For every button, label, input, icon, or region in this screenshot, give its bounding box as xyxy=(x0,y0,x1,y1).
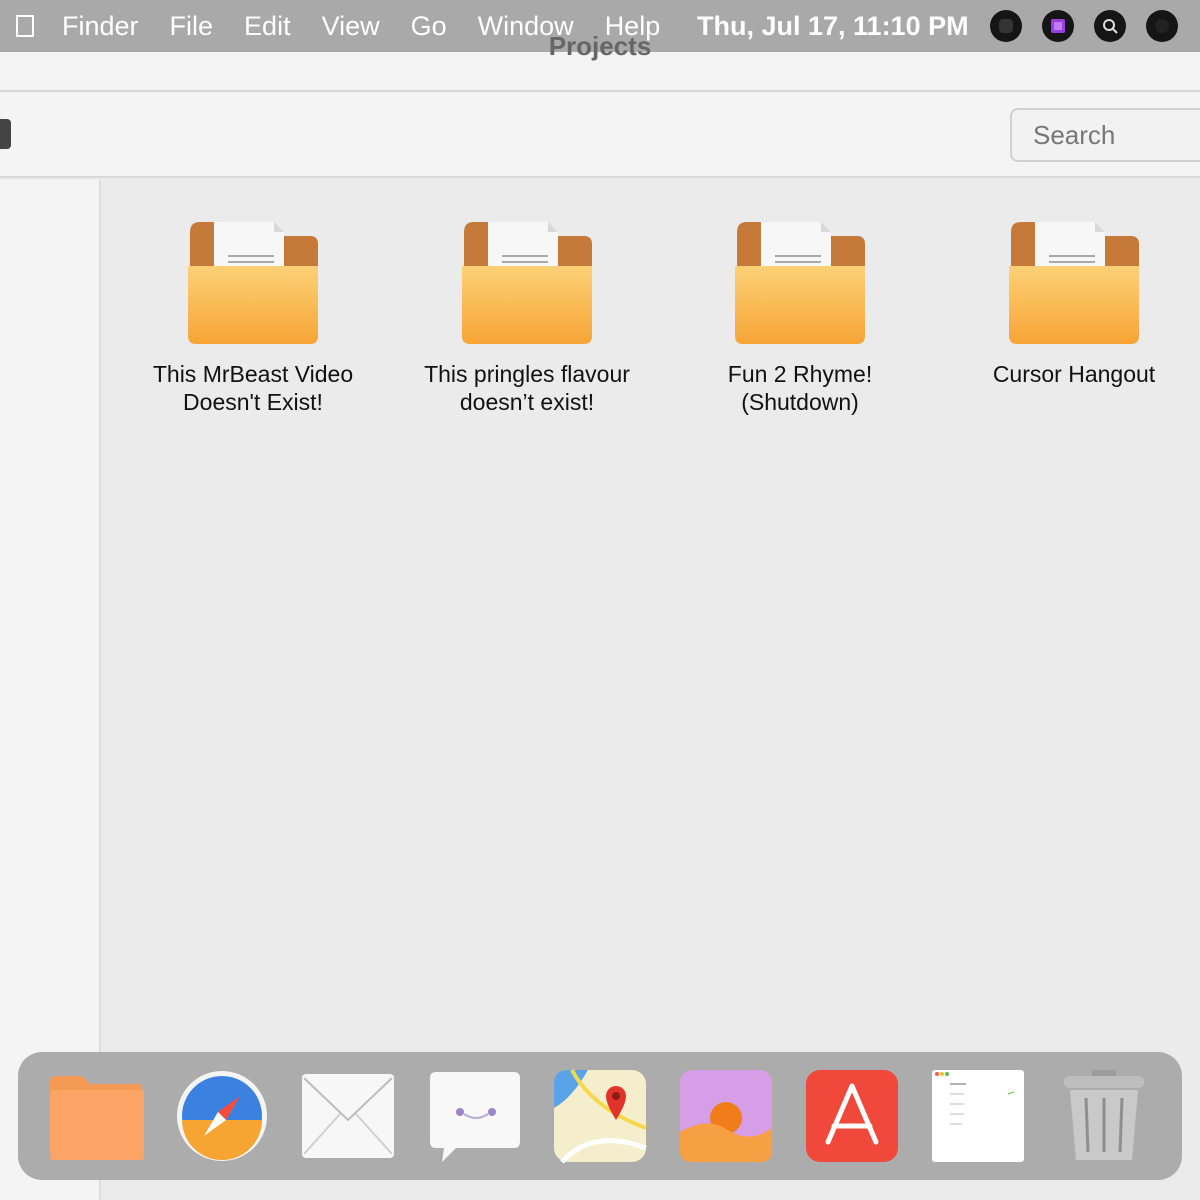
folder-label: This pringles flavour doesn’t exist! xyxy=(424,361,630,415)
maps-icon[interactable] xyxy=(552,1068,648,1164)
folder-item[interactable]: This pringles flavour doesn’t exist! xyxy=(417,218,637,416)
menu-finder[interactable]: Finder xyxy=(62,11,139,42)
document-folder-icon xyxy=(188,222,318,344)
menu-edit[interactable]: Edit xyxy=(244,11,291,42)
status-icons xyxy=(990,10,1198,42)
document-folder-icon xyxy=(462,222,592,344)
menu-window[interactable]: Window xyxy=(478,11,574,42)
app-store-icon[interactable] xyxy=(804,1068,900,1164)
dock xyxy=(18,1052,1182,1180)
account-icon[interactable] xyxy=(1146,10,1178,42)
window-toolbar xyxy=(0,92,1200,178)
photos-icon[interactable] xyxy=(678,1068,774,1164)
folder-item[interactable]: Cursor Hangout xyxy=(964,218,1184,388)
notes-window-icon[interactable] xyxy=(930,1068,1026,1164)
control-center-icon[interactable] xyxy=(990,10,1022,42)
folder-label: This MrBeast Video Doesn't Exist! xyxy=(152,361,354,415)
menu-go[interactable]: Go xyxy=(411,11,447,42)
document-folder-icon xyxy=(735,222,865,344)
folder-item[interactable]: Fun 2 Rhyme! (Shutdown) xyxy=(690,218,910,416)
mail-icon[interactable] xyxy=(300,1068,396,1164)
menu-help[interactable]: Help xyxy=(605,11,661,42)
folder-item[interactable]: This MrBeast Video Doesn't Exist! xyxy=(143,218,363,416)
window-title-bar xyxy=(0,52,1200,92)
menu-bar-clock[interactable]: Thu, Jul 17, 11:10 PM xyxy=(697,11,969,42)
folder-label: Fun 2 Rhyme! (Shutdown) xyxy=(727,361,873,415)
sidebar-toggle-button[interactable] xyxy=(0,119,11,149)
safari-compass-icon[interactable] xyxy=(174,1068,270,1164)
finder-folder-icon[interactable] xyxy=(48,1068,144,1164)
sidebar xyxy=(0,180,101,1200)
messages-icon[interactable] xyxy=(426,1068,522,1164)
menu-bar: Finder File Edit View Go Window Help Thu… xyxy=(0,0,1200,52)
search-field[interactable] xyxy=(1010,108,1200,162)
search-input[interactable] xyxy=(1033,119,1200,151)
folder-label: Cursor Hangout xyxy=(992,361,1156,387)
screen-recorder-icon[interactable] xyxy=(1042,10,1074,42)
menu-file[interactable]: File xyxy=(170,11,214,42)
trash-icon[interactable] xyxy=(1056,1068,1152,1164)
spotlight-search-icon[interactable] xyxy=(1094,10,1126,42)
folder-grid: This MrBeast Video Doesn't Exist! This p… xyxy=(101,180,1200,1200)
document-folder-icon xyxy=(1009,222,1139,344)
apple-logo-icon[interactable] xyxy=(14,13,36,39)
menu-view[interactable]: View xyxy=(322,11,380,42)
